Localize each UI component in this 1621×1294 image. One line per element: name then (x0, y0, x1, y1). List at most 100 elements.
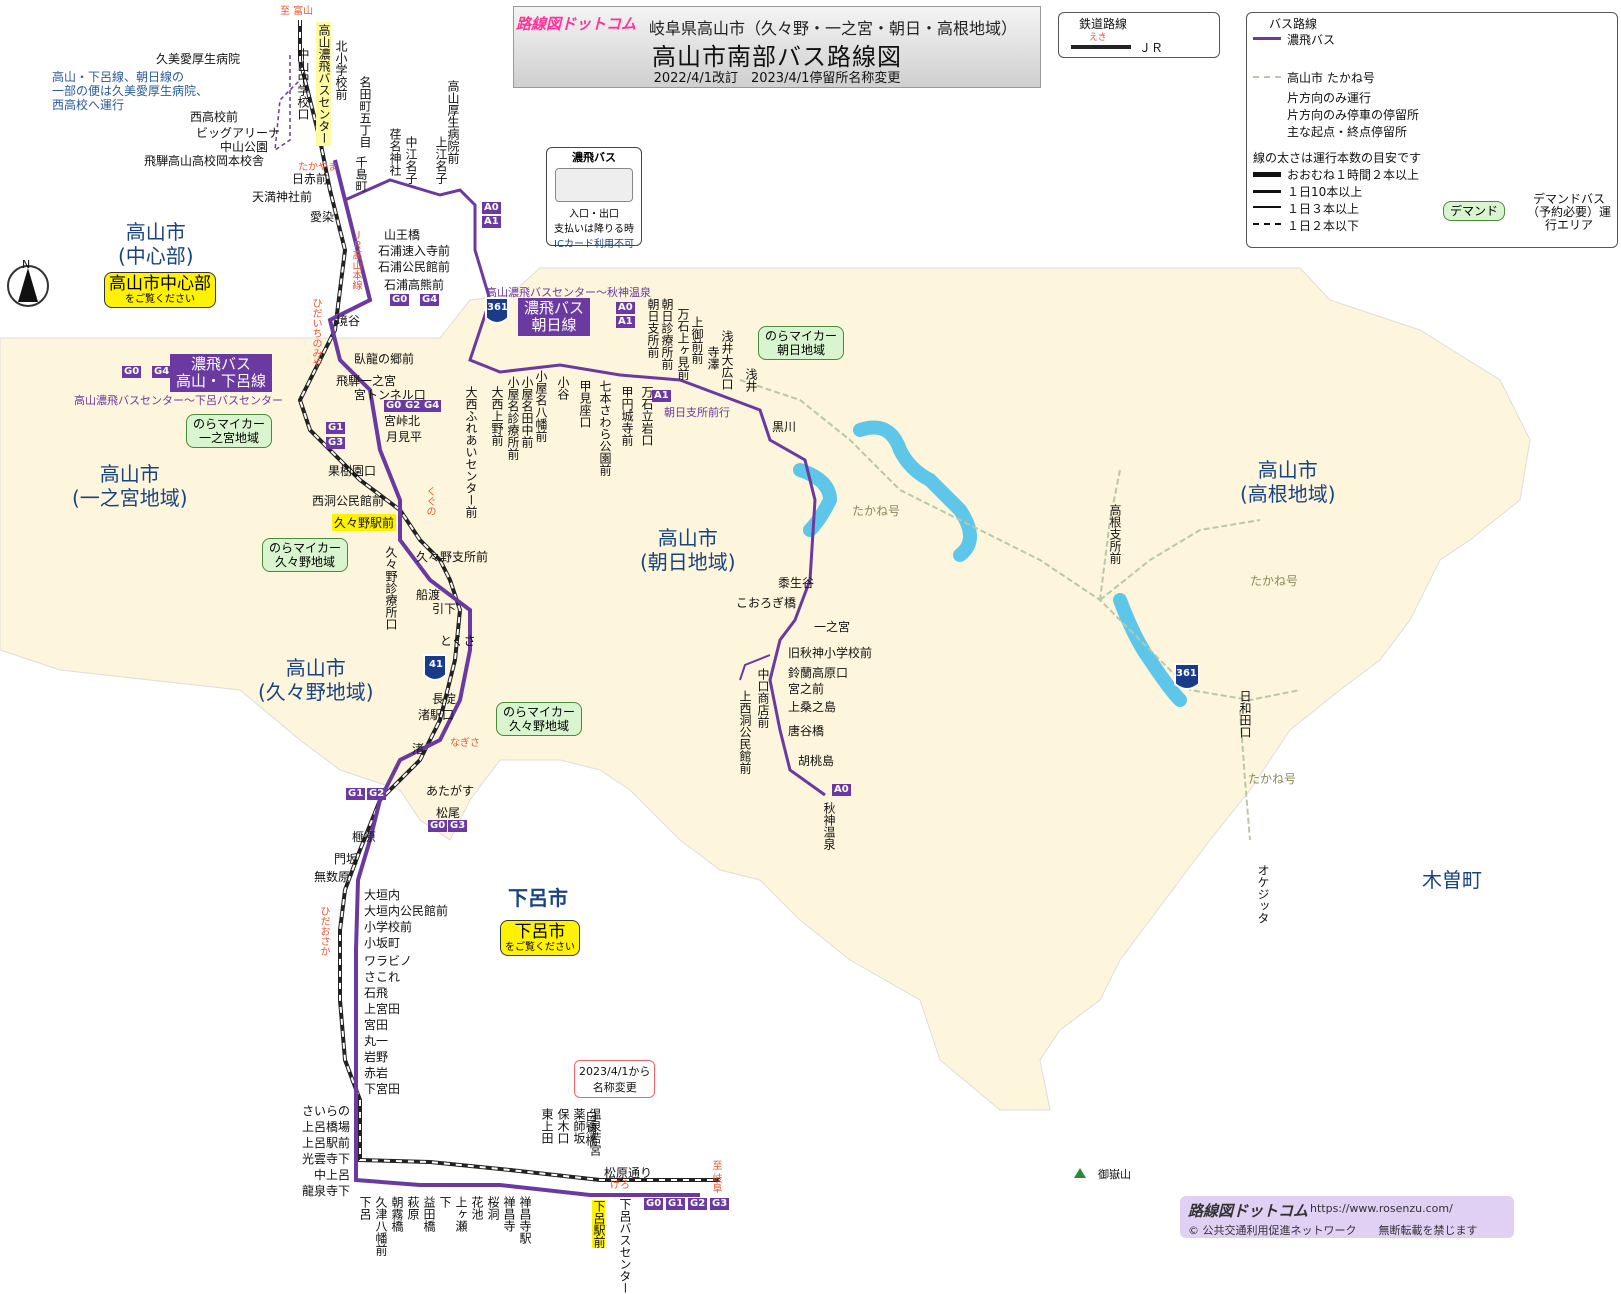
compass-label: N (22, 258, 31, 271)
rename-note: 2023/4/1から 名称変更 (574, 1060, 656, 1098)
stop-gero-bus-center: 下呂バスセンター (618, 1198, 632, 1294)
stop-gero-eki: 下呂駅前 (592, 1200, 606, 1248)
tag-a1: A1 (482, 216, 501, 228)
stop-koyana-shinryo: 小屋名診療所前 (506, 376, 520, 460)
tag-a1c: A1 (652, 390, 671, 402)
rail-legend: 鉄道路線 えき ＪＲ (1058, 12, 1220, 58)
stop-tenman: 天満神社前 (252, 190, 313, 204)
stop-ichinomiya-asahi: 一之宮 (814, 620, 851, 634)
map-header: 路線図ドットコム 岐阜県高山市（久々野・一之宮・朝日・高根地域） 高山市南部バス… (513, 6, 1041, 88)
legend-w4: １日２本以下 (1287, 219, 1360, 233)
stop-kotani: 小谷 (556, 376, 570, 400)
stop-aizen: 愛染 (310, 210, 335, 224)
tag-g3c: G3 (710, 1198, 730, 1210)
stop-sanno: 山王橋 (384, 228, 421, 242)
stop-nadamachi: 名田町五丁目 (358, 76, 372, 148)
stop-zenshoji: 禅昌寺 (502, 1196, 516, 1232)
center-link-box[interactable]: 高山市中心部 をご覧ください (104, 272, 216, 308)
region-kuguno: 高山市 (久々野地域) (258, 656, 374, 704)
takane-label-3: たかね号 (1248, 772, 1297, 786)
stop-ishiura-takakuma: 石浦高熊前 (384, 278, 445, 292)
tag-g2b: G2 (367, 788, 387, 800)
stop-nakayama-chu: 中山中学校口 (296, 48, 310, 120)
stop-maruichi: 丸一 (364, 1034, 389, 1048)
tag-a1b: A1 (616, 316, 635, 328)
compass (7, 265, 49, 307)
stop-masudabashi: 益田橋 (422, 1196, 436, 1232)
takane-label-1: たかね号 (852, 504, 901, 518)
bus-info-l2: 支払いは降りる時 (554, 224, 634, 235)
stop-okejitta: オケジッタ (1256, 864, 1270, 924)
tag-a0c: A0 (832, 784, 851, 796)
stop-onishi-ueno: 大西上野前 (490, 386, 504, 446)
stop-shimo: 下 (438, 1196, 452, 1208)
stop-nishiko: 西高校前 (190, 110, 239, 124)
stop-ryusenji: 龍泉寺下 (302, 1184, 351, 1198)
stop-higashi-ueda: 東上田 (540, 1108, 554, 1144)
region-center: 高山市 (中心部) (118, 220, 194, 268)
rail-hida-ichinomiya: ひだいちのみや (310, 298, 321, 368)
stop-takane-shisho: 高根支所前 (1108, 504, 1122, 564)
stop-asai-oohiro: 浅井大広口 (720, 330, 734, 390)
footer-brand: 路線図ドットコム (1188, 1202, 1309, 1220)
footer-url[interactable]: https://www.rosenzu.com/ (1310, 1202, 1453, 1215)
stop-ishiura-kominkan: 石浦公民館前 (378, 260, 451, 274)
bus-legend-title: バス路線 (1269, 17, 1318, 31)
stop-osakacho: 小坂町 (364, 936, 401, 950)
stop-kamigase: 上ヶ瀬 (454, 1196, 468, 1232)
tag-a0b: A0 (616, 302, 635, 314)
rail-swatch (1071, 45, 1131, 49)
legend-oneway-stop: 片方向のみ停車の停留所 (1287, 108, 1420, 122)
stop-tokusa: とくさ (440, 634, 476, 648)
route-361b-label: 361 (1176, 668, 1197, 679)
route-note-gero: 高山濃飛バスセンター～下呂バスセンター (74, 394, 283, 407)
route-41-label: 41 (429, 659, 443, 670)
stop-kuguno-eki: 久々野駅前 (332, 514, 397, 531)
stop-ogaito-kominkan: 大垣内公民館前 (364, 904, 449, 918)
stop-kosei: 高山厚生病院前 (446, 80, 460, 164)
stop-kamimiyata: 上宮田 (364, 1002, 401, 1016)
stop-koun-ji: 光雲寺下 (302, 1152, 351, 1166)
tag-g1: G1 (326, 422, 346, 434)
stop-shirasagi: 白鷺橋 (584, 1110, 598, 1146)
stop-koyana-tanaka: 小屋名田中前 (520, 376, 534, 448)
stop-manggoku-kamigami: 万石上ヶ見前 (676, 308, 690, 380)
stop-okamoto: 飛騨高山高校岡本校舎 (144, 154, 265, 168)
stop-hagiwara: 萩原 (406, 1196, 420, 1220)
stop-sokunyuji: 石浦速入寺前 (378, 244, 451, 258)
rail-hida-osaka: ひだおさか (318, 906, 329, 956)
stop-kuguno-shisho: 久々野支所前 (416, 550, 489, 564)
demand-area-asahi: のらマイカー 朝日地域 (758, 326, 845, 360)
stop-asai: 浅井 (744, 368, 758, 392)
w3-swatch (1253, 206, 1281, 208)
bus-info-box: 濃飛バス 入口・出口 支払いは降りる時 ICカード利用不可 (546, 147, 642, 250)
takane-swatch (1253, 76, 1281, 78)
stop-hiwadaguchi: 日和田口 (1238, 690, 1252, 738)
mountain-label: 御嶽山 (1098, 1168, 1131, 1181)
stop-nagatoro: 長淀 (432, 692, 457, 706)
tag-g0d: G0 (644, 1198, 664, 1210)
legend-takane: 高山市 たかね号 (1287, 71, 1375, 85)
tag-g3: G3 (326, 437, 346, 449)
w4-swatch (1253, 223, 1281, 225)
stop-warabino: ワラビノ (364, 954, 413, 968)
demand-area-kuguno-2: のらマイカー 久々野地域 (496, 702, 583, 736)
stop-shogakko: 小学校前 (364, 920, 413, 934)
stop-kyu-akigami-sho: 旧秋神小学校前 (788, 646, 873, 660)
stop-sakurabora: 桜洞 (486, 1196, 500, 1220)
legend-w3: １日３本以上 (1287, 202, 1360, 216)
rail-legend-line: ＪＲ (1139, 41, 1164, 55)
tag-g0c: G0 (428, 820, 448, 832)
stop-kamikuwanoshima: 上桑之島 (788, 700, 837, 714)
stop-kumiai: 久美愛厚生病院 (156, 52, 241, 66)
tag-g0e: G0 (122, 366, 142, 378)
stop-nishibora: 西洞公民館前 (312, 494, 385, 508)
stop-nakaguchi: 中口商店前 (756, 668, 770, 728)
gero-link-sub: をご覧ください (505, 942, 575, 953)
stop-iwano: 岩野 (364, 1050, 389, 1064)
direction-top: 至 富山 (280, 6, 314, 17)
stop-musubara: 無数原 (314, 870, 351, 884)
stop-hanaike: 花池 (470, 1196, 484, 1220)
gero-link-box[interactable]: 下呂市 をご覧ください (500, 920, 580, 956)
stop-ishitobi: 石飛 (364, 986, 389, 1000)
